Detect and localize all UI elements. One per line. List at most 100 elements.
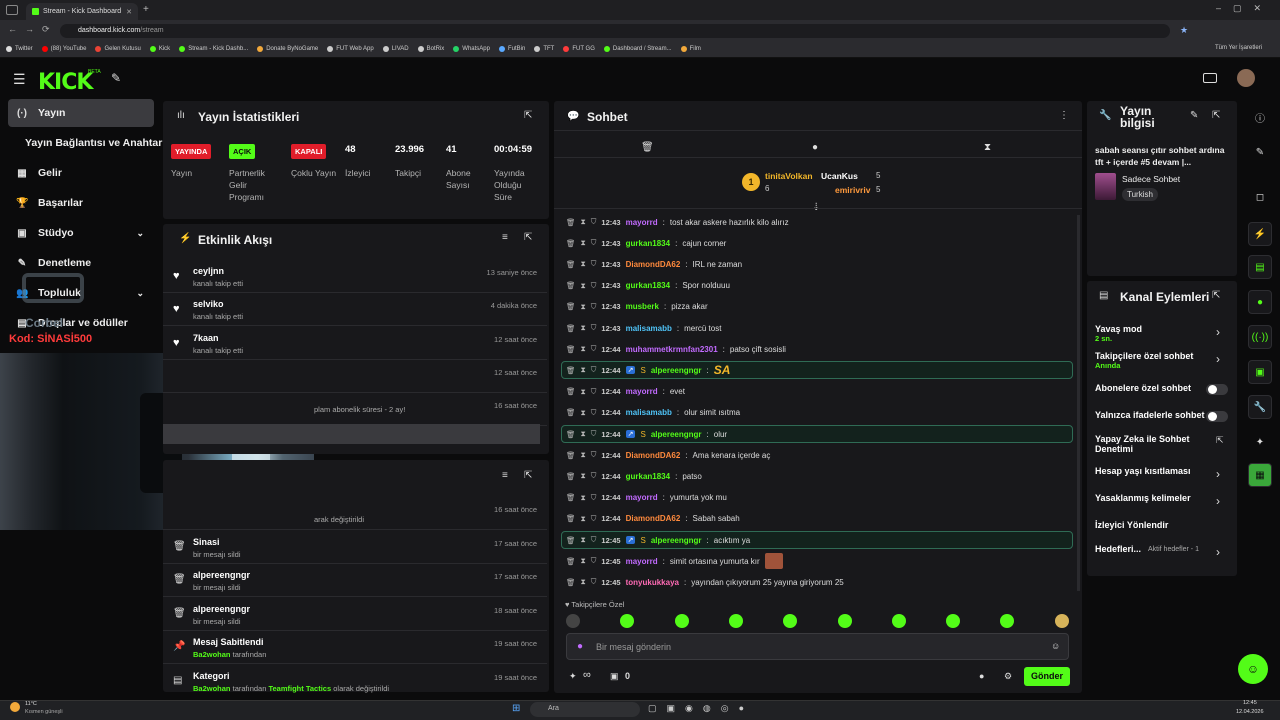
message-username[interactable]: gurkan1834	[626, 239, 670, 248]
list-item[interactable]: ▤ Kategori Ba2wohan tarafından Teamfight T…	[163, 665, 547, 698]
popout-icon[interactable]: ⇱	[524, 232, 532, 243]
chevron-right-icon[interactable]: ›	[1216, 494, 1220, 508]
notes-icon[interactable]: ▤	[1248, 255, 1272, 279]
broadcast-icon[interactable]: ((·))	[1248, 325, 1272, 349]
window-controls[interactable]: –▢✕	[1216, 3, 1273, 14]
chat-message[interactable]: 🗑 ⧗ ⛉ 12:43 mayorrd: tost akar askere hazırlı…	[566, 213, 789, 231]
delete-icon[interactable]: 🗑	[566, 536, 576, 545]
sidebar-item[interactable]: Yayın Bağlantısı ve Anahtarı	[8, 129, 165, 157]
delete-icon[interactable]: 🗑	[566, 430, 576, 439]
chat-input-placeholder[interactable]: Bir mesaj gönderin	[596, 642, 671, 652]
log-user[interactable]: Ba2wohan	[193, 650, 231, 659]
message-username[interactable]: mayorrd	[626, 557, 658, 566]
delete-icon[interactable]: 🗑	[566, 387, 576, 396]
chat-message[interactable]: 🗑 ⧗ ⛉ 12:44 DiamondDA62: Sabah sabah	[566, 510, 740, 528]
list-item[interactable]: arak değiştirildi 16 saat önce	[163, 497, 547, 530]
message-username[interactable]: mayorrd	[626, 387, 658, 396]
delete-icon[interactable]: 🗑	[566, 408, 576, 417]
close-icon[interactable]: ✕	[126, 8, 132, 16]
list-item[interactable]: ♥ selviko kanalı takip etti 4 dakika önce	[163, 293, 547, 327]
message-username[interactable]: musberk	[626, 302, 659, 311]
sidebar-item[interactable]: ▣ Stüdyo ⌄	[8, 219, 154, 247]
chat-message[interactable]: 🗑 ⧗ ⛉ 12:44 mayorrd: evet	[566, 383, 685, 401]
popout-icon[interactable]: ⇱	[1212, 290, 1220, 301]
info-icon[interactable]: ⓘ	[1248, 105, 1272, 129]
sidebar-item[interactable]: (·) Yayın	[8, 99, 154, 127]
help-fab[interactable]: ☺	[1238, 654, 1268, 684]
delete-icon[interactable]: 🗑	[566, 472, 576, 481]
timeout-icon[interactable]: ⧗	[581, 259, 586, 269]
channel-action-label[interactable]: Abonelere özel sohbet	[1095, 383, 1207, 393]
emote-icon[interactable]	[566, 614, 580, 628]
taskbar-search[interactable]: Ara	[530, 702, 640, 717]
delete-icon[interactable]: 🗑	[566, 557, 576, 566]
delete-icon[interactable]: 🗑	[566, 514, 576, 523]
chevron-right-icon[interactable]: ›	[1216, 352, 1220, 366]
delete-icon[interactable]: 🗑	[566, 578, 576, 587]
top-user-3[interactable]: emirivriv	[835, 185, 870, 195]
message-username[interactable]: tonyukukkaya	[626, 578, 679, 587]
toggle-switch[interactable]	[1206, 384, 1228, 395]
emote-icon[interactable]	[892, 614, 906, 628]
message-username[interactable]: mayorrd	[626, 493, 658, 502]
wrench-icon[interactable]: 🔧	[1248, 395, 1272, 419]
bookmark-item[interactable]: LIVAD	[382, 46, 409, 52]
timeout-icon[interactable]: ⧗	[581, 323, 586, 333]
timeout-icon[interactable]: ⧗	[581, 238, 586, 248]
chat-message[interactable]: 🗑 ⧗ ⛉ 12:44 gurkan1834: patso	[566, 467, 702, 485]
tools-icon[interactable]: ✎	[111, 71, 121, 85]
list-item[interactable]: 🗑 Sinasi bir mesajı sildi 17 saat önce	[163, 531, 547, 564]
expand-icon[interactable]: ◻	[1248, 185, 1272, 209]
timeout-icon[interactable]: ⧗	[581, 535, 586, 545]
chat-message[interactable]: 🗑 ⧗ ⛉ 12:45 tonyukukkaya: yayından çıkıyorum …	[566, 573, 844, 591]
channel-action-label[interactable]: Hesap yaşı kısıtlaması	[1095, 466, 1207, 476]
nav-buttons[interactable]: ←→⟳	[8, 24, 58, 35]
delete-icon[interactable]: 🗑	[566, 324, 576, 333]
channel-action-label[interactable]: Yalnızca ifadelerle sohbet	[1095, 410, 1207, 420]
chat-message[interactable]: 🗑 ⧗ ⛉ 12:43 malisamabb: mercü tost	[566, 319, 721, 337]
message-username[interactable]: malisamabb	[626, 408, 672, 417]
timeout-icon[interactable]: ⧗	[581, 429, 586, 439]
chat-message[interactable]: 🗑 ⧗ ⛉ 12:43 gurkan1834: cajun corner	[566, 234, 726, 252]
emoji-icon[interactable]: ☺	[1051, 641, 1060, 651]
category-thumbnail[interactable]	[1095, 173, 1116, 200]
edit-icon[interactable]: ✎	[1190, 110, 1198, 121]
lightning-icon[interactable]: ⚡	[1248, 222, 1272, 246]
bookmark-star-icon[interactable]: ★	[1180, 25, 1188, 36]
bookmark-item[interactable]: Dashboard / Stream...	[603, 46, 672, 52]
list-item[interactable]: ♥ ceyljnn kanalı takip etti 13 saniye önce	[163, 260, 547, 293]
timeout-icon[interactable]: ⧗	[581, 387, 586, 397]
bookmark-item[interactable]: FUT GG	[563, 46, 595, 52]
timeout-icon[interactable]: ⧗	[581, 471, 586, 481]
timeout-icon[interactable]: ⧗	[581, 344, 586, 354]
chat-filter-icon[interactable]: ●	[812, 142, 818, 153]
chat-settings-icon[interactable]: ●	[979, 671, 984, 681]
emote-icon[interactable]	[1055, 614, 1069, 628]
chat-message[interactable]: 🗑 ⧗ ⛉ 12:44 DiamondDA62: Ama kenara içerde aç	[566, 446, 770, 464]
browser-tab[interactable]: Stream - Kick Dashboard ✕	[26, 3, 138, 20]
message-username[interactable]: alpereengngr	[651, 430, 702, 439]
emote-icon[interactable]	[838, 614, 852, 628]
delete-icon[interactable]: 🗑	[566, 218, 576, 227]
chevron-down-icon[interactable]: ⌄	[136, 228, 144, 239]
card-icon[interactable]: ▣	[1248, 360, 1272, 384]
menu-icon[interactable]: ☰	[13, 71, 26, 88]
chat-icon[interactable]: ●	[1248, 290, 1272, 314]
popout-icon[interactable]: ⇱	[524, 470, 532, 481]
delete-icon[interactable]: 🗑	[566, 451, 576, 460]
chat-message[interactable]: 🗑 ⧗ ⛉ 12:43 DiamondDA62: IRL ne zaman	[566, 255, 742, 273]
filter-icon[interactable]: ≡	[502, 470, 508, 481]
bookmark-item[interactable]: Film	[680, 46, 701, 52]
list-item[interactable]: 🗑 alpereengngr bir mesajı sildi 17 saat önc…	[163, 564, 547, 597]
chat-scrollbar[interactable]	[1077, 215, 1080, 591]
bookmark-item[interactable]: FUT Web App	[327, 46, 374, 52]
emote-icon[interactable]	[729, 614, 743, 628]
message-username[interactable]: malisamabb	[626, 324, 672, 333]
more-icon[interactable]: ⋮	[1059, 110, 1069, 121]
filter-icon[interactable]: ≡	[502, 232, 508, 243]
chat-message[interactable]: 🗑 ⧗ ⛉ 12:43 musberk: pizza akar	[566, 298, 708, 316]
popout-icon[interactable]: ⇱	[1212, 110, 1220, 121]
bookmark-item[interactable]: BotRix	[417, 46, 444, 52]
timeout-icon[interactable]: ⧗	[581, 365, 586, 375]
chat-message[interactable]: 🗑 ⧗ ⛉ 12:45 mayorrd: simit ortasına yumurta k…	[566, 552, 783, 570]
